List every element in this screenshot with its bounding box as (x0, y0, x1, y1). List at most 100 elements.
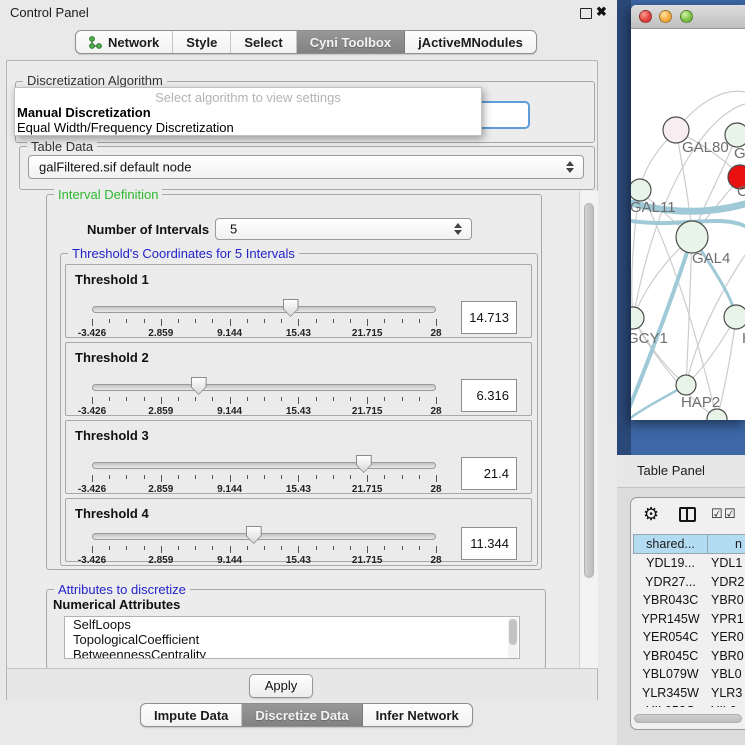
close-icon[interactable]: ✖ (596, 4, 607, 20)
interval-definition-group-label: Interval Definition (54, 187, 162, 202)
interval-definition-group: Interval Definition Number of Intervals … (46, 194, 542, 570)
table-cell-shared-name[interactable]: YDL19... (633, 554, 708, 573)
tick-mark (402, 397, 403, 401)
select-column-checkbox-icon[interactable]: ☑ (711, 506, 723, 522)
attribute-list-item[interactable]: SelfLoops (65, 617, 519, 632)
tick-label: -3.426 (78, 484, 106, 495)
slider-track[interactable] (92, 533, 436, 540)
table-row[interactable]: YER054CYER0 (631, 628, 745, 647)
table-cell-shared-name[interactable]: YPR145W (633, 610, 708, 629)
table-cell-name[interactable]: YBL0 (711, 665, 745, 684)
algorithm-option-equal-width[interactable]: Equal Width/Frequency Discretization (15, 120, 481, 135)
tick-mark (419, 397, 420, 401)
threshold-4-slider[interactable]: -3.4262.8599.14415.4321.71528 (92, 525, 436, 565)
table-row[interactable]: YLR345WYLR3 (631, 684, 745, 703)
table-data-combobox[interactable]: galFiltered.sif default node (28, 155, 584, 179)
table-cell-shared-name[interactable]: YBR043C (633, 591, 708, 610)
tick-mark (126, 546, 127, 550)
tick-mark (264, 319, 265, 323)
tab-discretize-data[interactable]: Discretize Data (242, 704, 362, 726)
threshold-4-value-field[interactable]: 11.344 (461, 527, 517, 560)
table-cell-name[interactable]: YLR3 (711, 684, 745, 703)
table-cell-shared-name[interactable]: YBR045C (633, 647, 708, 666)
table-horizontal-scrollbar[interactable] (634, 714, 742, 723)
slider-track[interactable] (92, 462, 436, 469)
attribute-list-item[interactable]: BetweennessCentrality (65, 647, 519, 659)
table-row[interactable]: YBR043CYBR0 (631, 591, 745, 610)
table-cell-name[interactable]: YPR1 (711, 610, 745, 629)
threshold-1-value-field[interactable]: 14.713 (461, 301, 517, 334)
settings-scrollbar-thumb[interactable] (584, 203, 594, 578)
tab-style[interactable]: Style (173, 31, 231, 53)
threshold-1-slider[interactable]: -3.4262.8599.14415.4321.71528 (92, 298, 436, 338)
threshold-3-value-field[interactable]: 21.4 (461, 457, 517, 490)
table-cell-name[interactable]: YBR0 (711, 647, 745, 666)
table-cell-name[interactable]: YDR2 (711, 573, 745, 592)
slider-thumb[interactable] (283, 299, 299, 317)
column-header-name[interactable]: n (707, 534, 745, 554)
number-of-intervals-combobox[interactable]: 5 (215, 218, 472, 240)
attributes-list-scrollbar[interactable] (508, 618, 518, 658)
tab-select[interactable]: Select (231, 31, 296, 53)
tick-mark (109, 397, 110, 401)
table-cell-shared-name[interactable]: YIL052C (633, 702, 708, 707)
table-row[interactable]: YBL079WYBL0 (631, 665, 745, 684)
table-cell-shared-name[interactable]: YDR27... (633, 573, 708, 592)
table-cell-name[interactable]: YBR0 (711, 591, 745, 610)
slider-thumb[interactable] (356, 455, 372, 473)
network-window-titlebar[interactable] (631, 5, 745, 29)
threshold-3-slider[interactable]: -3.4262.8599.14415.4321.71528 (92, 454, 436, 494)
slider-track[interactable] (92, 306, 436, 313)
tab-cyni-toolbox[interactable]: Cyni Toolbox (297, 31, 405, 53)
attribute-list-item[interactable]: TopologicalCoefficient (65, 632, 519, 647)
table-row[interactable]: YDR27...YDR2 (631, 573, 745, 592)
tab-impute-data[interactable]: Impute Data (141, 704, 242, 726)
tick-mark (247, 475, 248, 479)
threshold-3-label: Threshold 3 (75, 428, 149, 443)
table-row[interactable]: YIL052CYIL0 (631, 702, 745, 707)
slider-track[interactable] (92, 384, 436, 391)
tick-label: 21.715 (352, 406, 383, 417)
tab-network[interactable]: Network (76, 31, 173, 53)
network-node[interactable] (631, 179, 651, 201)
network-node[interactable] (631, 307, 644, 329)
table-row[interactable]: YBR045CYBR0 (631, 647, 745, 666)
minimize-traffic-light-icon[interactable] (659, 10, 672, 23)
algorithm-option-manual[interactable]: Manual Discretization (15, 105, 481, 120)
float-window-icon[interactable] (580, 8, 592, 19)
node-table: ⚙ ☑ ☑ shared... n YDL19...YDL1YDR27...YD… (630, 497, 745, 730)
threshold-2-value-field[interactable]: 6.316 (461, 379, 517, 412)
network-node[interactable] (724, 305, 745, 329)
zoom-traffic-light-icon[interactable] (680, 10, 693, 23)
table-cell-shared-name[interactable]: YER054C (633, 628, 708, 647)
numerical-attributes-list[interactable]: SelfLoopsTopologicalCoefficientBetweenne… (64, 616, 520, 659)
table-row[interactable]: YDL19...YDL1 (631, 554, 745, 573)
table-cell-name[interactable]: YDL1 (711, 554, 745, 573)
tick-mark (316, 546, 317, 550)
settings-scrollbar[interactable] (579, 191, 598, 668)
network-node[interactable] (676, 221, 708, 253)
column-layout-icon[interactable] (679, 507, 696, 522)
table-cell-name[interactable]: YIL0 (711, 702, 745, 707)
gear-icon[interactable]: ⚙ (643, 504, 659, 524)
select-all-checkbox-icon[interactable]: ☑ (724, 506, 736, 522)
table-cell-name[interactable]: YER0 (711, 628, 745, 647)
table-cell-shared-name[interactable]: YLR345W (633, 684, 708, 703)
table-cell-shared-name[interactable]: YBL079W (633, 665, 708, 684)
slider-thumb[interactable] (246, 526, 262, 544)
table-row[interactable]: YPR145WYPR1 (631, 610, 745, 629)
tab-infer-network[interactable]: Infer Network (363, 704, 472, 726)
attributes-list-scrollbar-thumb[interactable] (509, 619, 517, 645)
column-header-shared[interactable]: shared... (633, 534, 708, 554)
tab-jactivemnodules[interactable]: jActiveMNodules (405, 31, 536, 53)
close-traffic-light-icon[interactable] (639, 10, 652, 23)
tick-mark (298, 319, 299, 326)
network-graph[interactable]: GAL80GACGAL11GAL4GCY1HHAP2 (631, 28, 745, 420)
network-view-window[interactable]: GAL80GACGAL11GAL4GCY1HHAP2 (631, 5, 745, 420)
apply-button[interactable]: Apply (249, 674, 313, 698)
slider-thumb[interactable] (191, 377, 207, 395)
table-data-selected-value: galFiltered.sif default node (39, 160, 191, 175)
network-node[interactable] (676, 375, 696, 395)
tick-mark (333, 546, 334, 550)
threshold-2-slider[interactable]: -3.4262.8599.14415.4321.71528 (92, 376, 436, 416)
